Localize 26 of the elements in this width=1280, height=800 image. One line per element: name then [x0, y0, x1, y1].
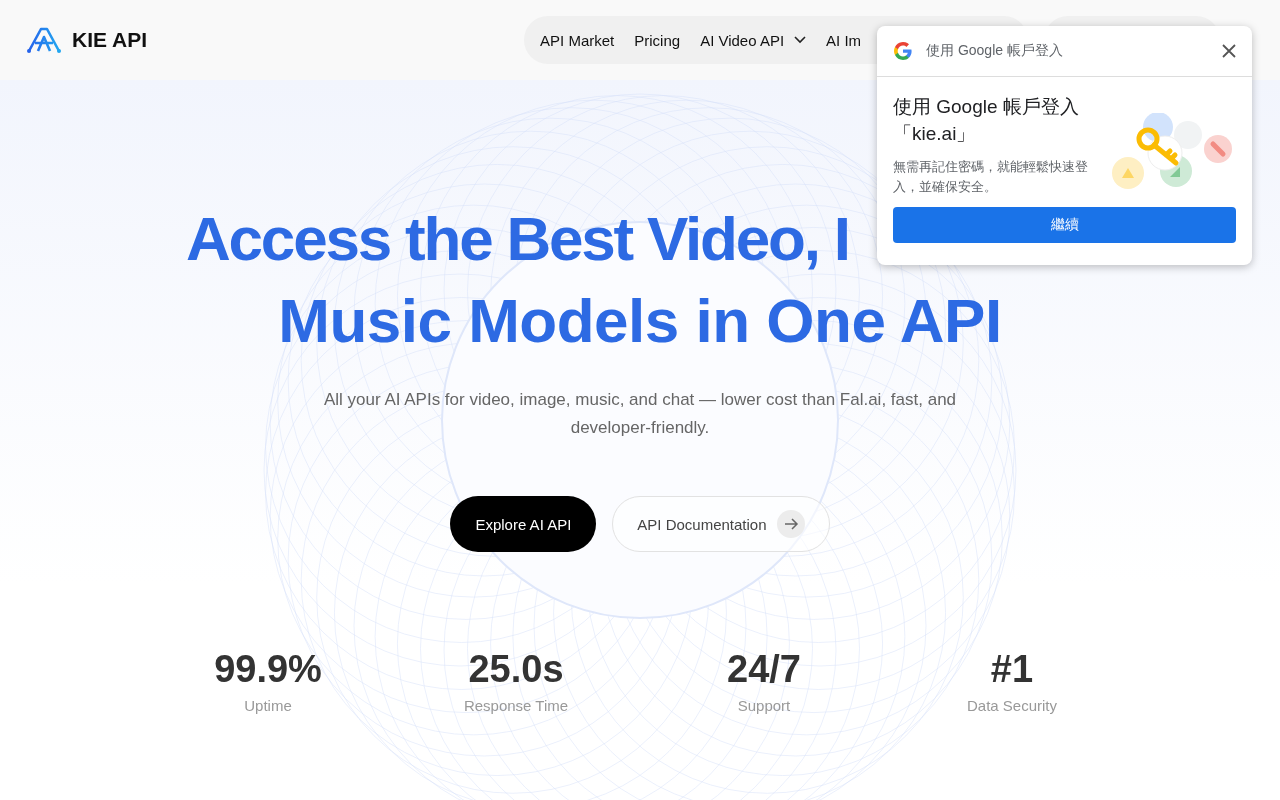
documentation-button[interactable]: API Documentation — [612, 496, 830, 552]
headline: Access the Best Video, I — [186, 203, 849, 275]
close-icon[interactable] — [1222, 44, 1236, 58]
popup-text: 無需再記住密碼，就能輕鬆快速登入，並確保安全。 — [893, 158, 1089, 196]
stat-label: Uptime — [244, 697, 292, 714]
popup-header: 使用 Google 帳戶登入 — [926, 42, 1064, 60]
subtitle: All your AI APIs for video, image, music, and chat — lower cost than Fal.ai, fast, and developer-friendly. — [322, 389, 958, 439]
explore-button[interactable]: Explore AI API — [450, 496, 597, 552]
headline: Music Models in One API — [278, 285, 1002, 357]
popup-title: 使用 Google 帳戶登入「kie.ai」 — [893, 95, 1080, 146]
stat-value: #1 — [990, 648, 1034, 691]
chevron-icon — [794, 36, 807, 44]
stat-value: 24/7 — [727, 648, 801, 691]
stat-value: 99.9% — [214, 648, 322, 691]
brand-name: KIE API — [72, 28, 148, 52]
nav-link[interactable]: Pricing — [634, 31, 681, 49]
logo-icon — [26, 26, 62, 54]
google-icon — [893, 41, 913, 61]
nav-link[interactable]: API Market — [540, 31, 615, 49]
nav-link[interactable]: AI Im — [826, 31, 862, 49]
stat-label: Data Security — [966, 697, 1057, 714]
stat-label: Response Time — [463, 697, 569, 714]
stat-label: Support — [737, 697, 791, 714]
continue-button[interactable]: 繼續 — [893, 207, 1236, 243]
stat-value: 25.0s — [468, 648, 564, 691]
nav-link[interactable]: AI Video API — [700, 31, 807, 49]
